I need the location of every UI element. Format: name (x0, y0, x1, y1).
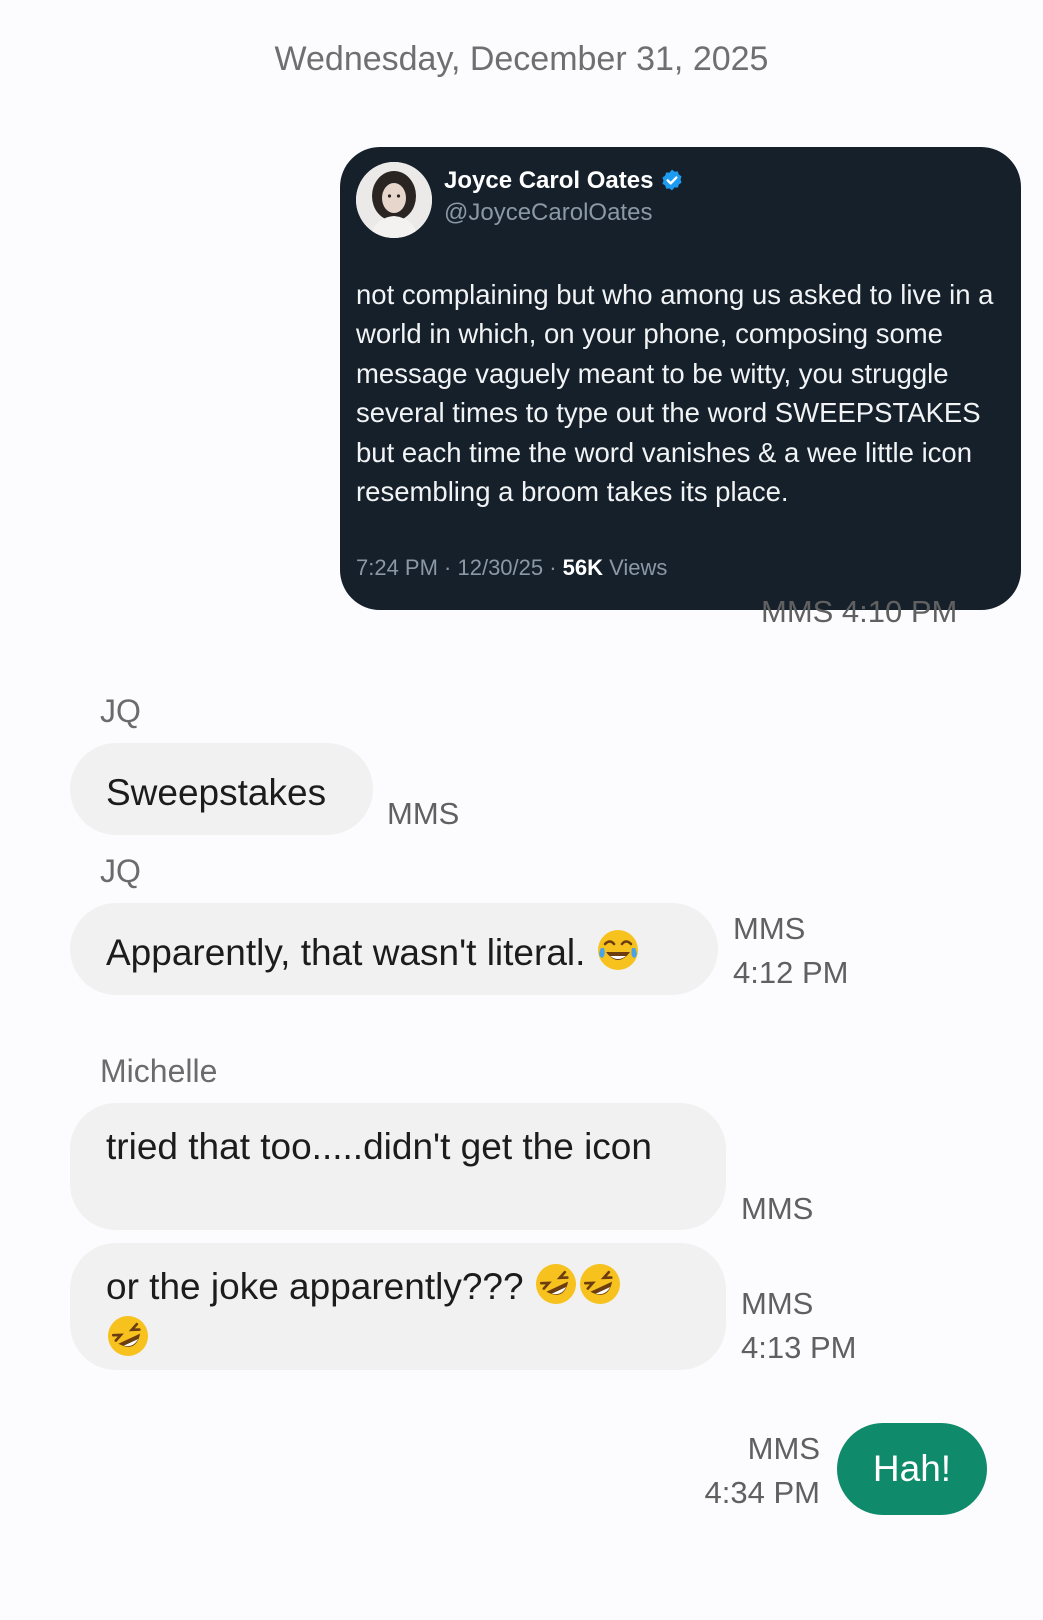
message-status: MMS 4:34 PM (698, 1427, 820, 1515)
message-status: MMS 4:10 PM (761, 594, 958, 629)
message-text: Sweepstakes (106, 772, 327, 813)
message-status: MMS 4:12 PM (733, 907, 848, 995)
author-avatar (356, 162, 432, 238)
tweet-views-label: Views (603, 555, 668, 580)
sender-name: Michelle (100, 1053, 218, 1089)
message-status: MMS (387, 796, 460, 831)
rolling-on-the-floor-laughing-icon (108, 1316, 148, 1356)
message-text: Apparently, that wasn't literal. (106, 932, 586, 973)
tweet-views-count: 56K (562, 555, 604, 580)
message-status-line: MMS (733, 911, 806, 946)
tweet-text: not complaining but who among us asked t… (356, 279, 994, 508)
message-text: or the joke apparently??? (106, 1266, 524, 1307)
date-header: Wednesday, December 31, 2025 (274, 40, 769, 78)
tweet-meta: 7:24 PM · 12/30/25 · 56K Views (356, 555, 667, 581)
message-timestamp: 4:34 PM (704, 1475, 820, 1510)
verified-badge-icon (662, 169, 682, 191)
incoming-message-bubble[interactable]: Sweepstakes (70, 743, 373, 835)
incoming-message-bubble[interactable]: or the joke apparently??? (70, 1243, 726, 1370)
message-text: tried that too.....didn't get the icon (106, 1126, 652, 1167)
message-status-line: MMS (747, 1431, 820, 1466)
message-timestamp: 4:12 PM (733, 955, 849, 990)
message-status: MMS 4:13 PM (741, 1282, 856, 1370)
sender-name: JQ (100, 853, 141, 889)
tweet-image-message[interactable]: Joyce Carol Oates @JoyceCarolOates not c… (340, 147, 1021, 610)
tweet-time: 7:24 PM · 12/30/25 · (356, 555, 563, 580)
incoming-message-bubble[interactable]: Apparently, that wasn't literal. (70, 903, 718, 995)
conversation-screen: Wednesday, December 31, 2025 Joyce Carol… (0, 0, 1043, 1620)
rolling-on-the-floor-laughing-icon (579, 1264, 620, 1304)
author-name: Joyce Carol Oates (444, 167, 654, 194)
face-with-tears-of-joy-icon (597, 930, 638, 970)
sender-name: JQ (100, 693, 141, 729)
message-status: MMS (741, 1191, 814, 1226)
outgoing-message-bubble[interactable]: Hah! (837, 1423, 987, 1515)
message-status-line: MMS (741, 1286, 814, 1321)
rolling-on-the-floor-laughing-icon (535, 1264, 576, 1304)
message-timestamp: 4:13 PM (741, 1330, 857, 1365)
incoming-message-bubble[interactable]: tried that too.....didn't get the icon (70, 1103, 726, 1230)
author-handle: @JoyceCarolOates (444, 199, 653, 226)
message-text: Hah! (872, 1448, 952, 1489)
